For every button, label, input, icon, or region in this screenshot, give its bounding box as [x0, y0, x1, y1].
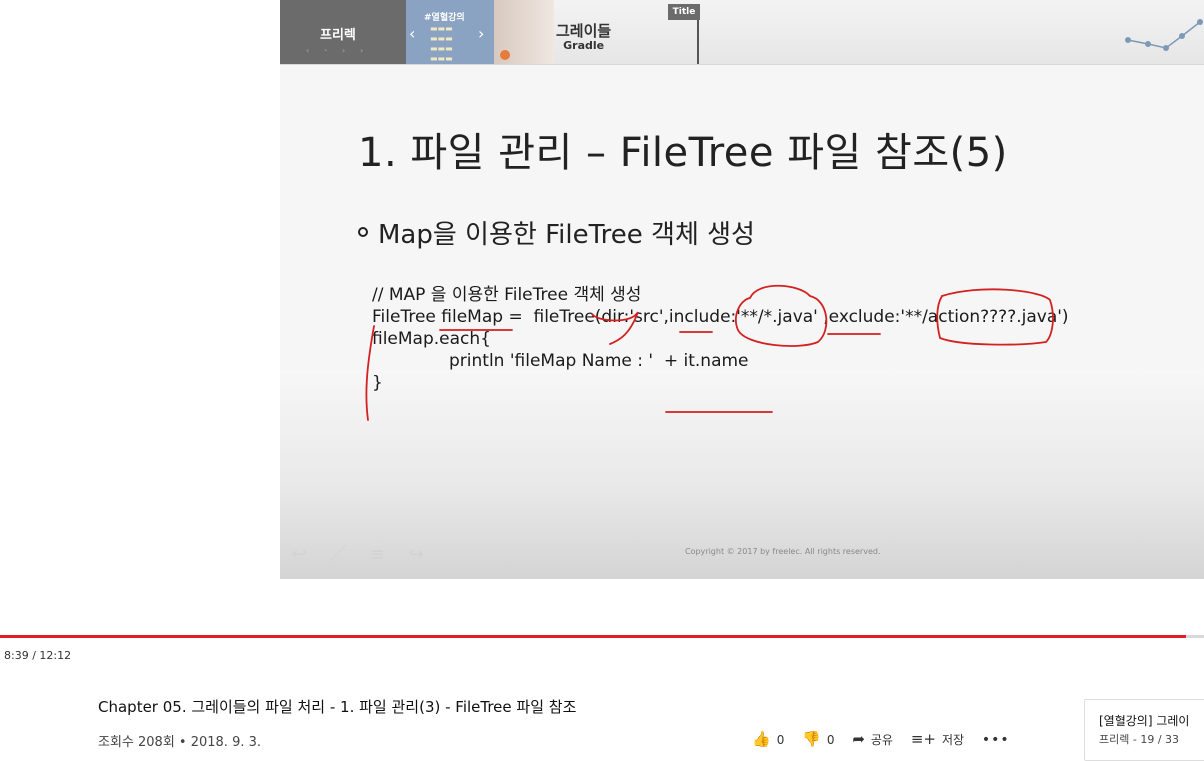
code-line: println 'fileMap Name : ' + it.name — [449, 351, 749, 371]
action-bar: 👍 0 👎 0 ➦ 공유 ≡+ 저장 ••• — [752, 730, 1010, 748]
share-label: 공유 — [870, 733, 893, 747]
view-info: 조회수 208회 • 2018. 9. 3. — [98, 735, 262, 750]
video-title: Chapter 05. 그레이들의 파일 처리 - 1. 파일 관리(3) - … — [98, 698, 577, 716]
like-count: 0 — [776, 733, 785, 747]
orange-dot-icon — [500, 50, 510, 60]
promo-lines: ▬▬▬ ▬▬▬ ▬▬▬ ▬▬▬ — [430, 24, 453, 63]
undo-icon[interactable]: ↩ — [286, 544, 312, 566]
course-title: 그레이들 Gradle — [556, 20, 611, 52]
share-icon: ➦ — [852, 730, 865, 748]
code-line: } — [372, 373, 383, 393]
progress-bar[interactable] — [0, 635, 1204, 638]
brand-name: 프리렉 — [320, 28, 356, 43]
thumbs-up-icon: 👍 — [752, 730, 771, 748]
code-line: fileMap.each{ — [372, 329, 491, 349]
bullet-icon — [358, 227, 368, 237]
slide-bullet-text: Map을 이용한 FileTree 객체 생성 — [378, 220, 755, 250]
course-title-ko: 그레이들 — [556, 22, 612, 40]
code-block: // MAP 을 이용한 FileTree 객체 생성 FileTree file… — [372, 284, 1069, 394]
playlist-title: [열혈강의] 그레이 — [1099, 714, 1190, 728]
header-divider — [697, 20, 699, 64]
save-label: 저장 — [941, 733, 965, 747]
progress-fill — [0, 635, 1186, 638]
chevron-right-icon: › — [478, 24, 485, 43]
slide-bullet: Map을 이용한 FileTree 객체 생성 — [358, 214, 755, 251]
save-button[interactable]: ≡+ 저장 — [911, 730, 964, 748]
slide: 프리렉 ‹ · › › #열혈강의 ‹ ▬▬▬ ▬▬▬ ▬▬▬ ▬▬▬ › 그레이들 … — [280, 0, 1204, 579]
timecode: 8:39 / 12:12 — [4, 649, 72, 662]
playlist-add-icon: ≡+ — [910, 730, 936, 748]
slide-header: 프리렉 ‹ · › › #열혈강의 ‹ ▬▬▬ ▬▬▬ ▬▬▬ ▬▬▬ › 그레이들 … — [280, 0, 1204, 65]
video-player[interactable]: 프리렉 ‹ · › › #열혈강의 ‹ ▬▬▬ ▬▬▬ ▬▬▬ ▬▬▬ › 그레이들 … — [280, 0, 1204, 579]
code-line: // MAP 을 이용한 FileTree 객체 생성 — [372, 285, 642, 305]
network-decoration-icon — [1125, 19, 1203, 51]
copyright: Copyright © 2017 by freelec. All rights … — [685, 547, 881, 556]
title-tab: Title — [668, 4, 700, 20]
dislike-button[interactable]: 👎 0 — [802, 730, 834, 748]
player-controls: ↩ ／ ≡ ↪ — [286, 540, 437, 566]
promo-banner: #열혈강의 ‹ ▬▬▬ ▬▬▬ ▬▬▬ ▬▬▬ › — [406, 0, 494, 64]
promo-tag: #열혈강의 — [424, 13, 465, 23]
slide-heading: 1. 파일 관리 – FileTree 파일 참조(5) — [358, 130, 1008, 176]
playlist-card[interactable]: [열혈강의] 그레이 프리렉 - 19 / 33 — [1084, 699, 1204, 761]
code-line: FileTree fileMap = fileTree(dir:'src',in… — [372, 307, 1069, 327]
redo-icon[interactable]: ↪ — [403, 544, 429, 566]
playlist-position: 프리렉 - 19 / 33 — [1099, 733, 1180, 746]
promo-image — [494, 0, 554, 64]
nav-dots: ‹ · › › — [306, 46, 370, 55]
share-button[interactable]: ➦ 공유 — [852, 730, 893, 748]
course-title-en: Gradle — [563, 39, 605, 52]
chevron-left-icon: ‹ — [409, 24, 416, 43]
menu-icon[interactable]: ≡ — [364, 544, 390, 566]
brand-block: 프리렉 ‹ · › › — [280, 0, 406, 64]
like-button[interactable]: 👍 0 — [752, 730, 784, 748]
pen-icon[interactable]: ／ — [325, 540, 351, 565]
thumbs-down-icon: 👎 — [802, 730, 821, 748]
dislike-count: 0 — [826, 733, 835, 747]
